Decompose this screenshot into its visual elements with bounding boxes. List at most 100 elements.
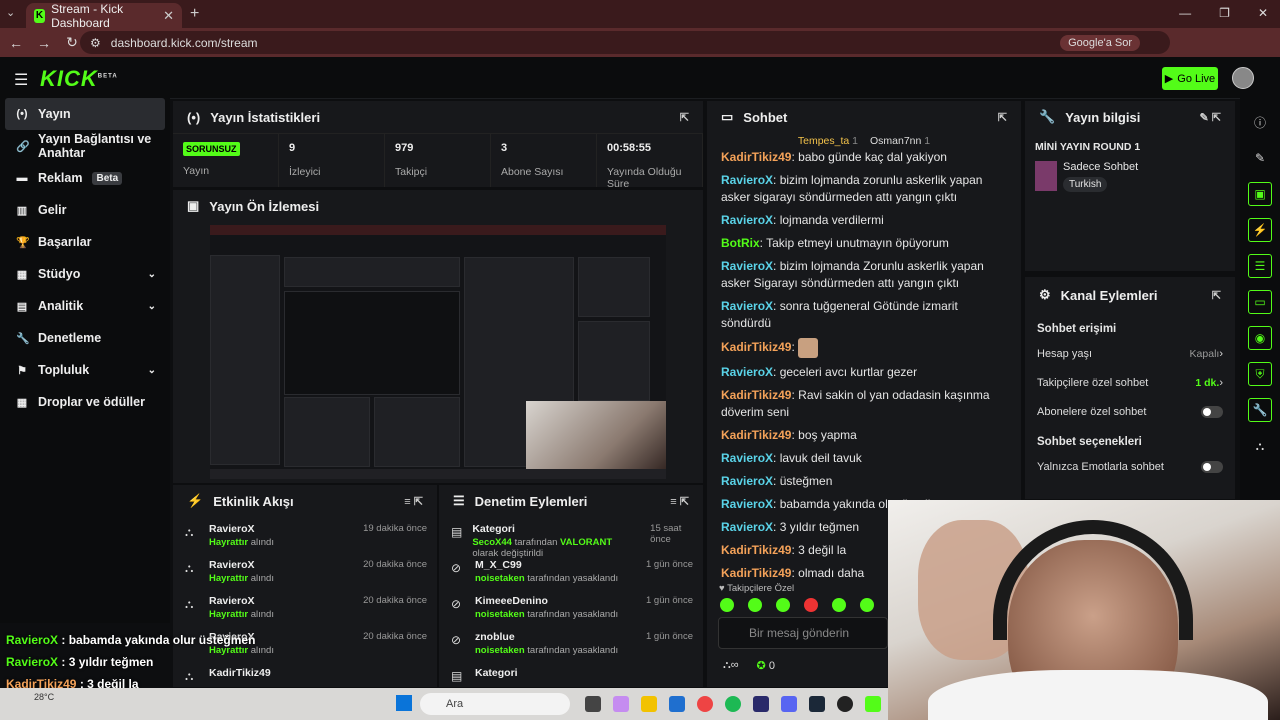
emote-icon[interactable] [720,598,734,612]
maximize-icon[interactable]: ❐ [1219,6,1230,20]
chevron-down-icon[interactable]: ⌄ [148,365,156,376]
sidebar-item-7[interactable]: 🔧 Denetleme [0,322,170,354]
chat-message: RavieroX: geceleri avcı kurtlar gezer [721,365,918,379]
google-ask-button[interactable]: Google'a Sor [1060,34,1140,51]
wrench-toggle-icon[interactable]: 🔧 [1248,398,1272,422]
channel-setting-row[interactable]: Abonelere özel sohbet [1025,397,1235,426]
chat-username[interactable]: KadirTikiz49 [721,428,791,442]
chat-username[interactable]: RavieroX [721,451,773,465]
filter-icon[interactable]: ≡ ⇱ [670,495,689,508]
sidebar-item-8[interactable]: ⚑ Topluluk ⌄ [0,354,170,386]
trophy-icon: 🏆 [16,236,30,249]
chat-username[interactable]: RavieroX [721,497,773,511]
taskview-icon[interactable] [585,696,601,712]
overlay-chat-line: RavieroX : 3 yıldır teğmen [6,655,154,669]
pinned-user[interactable]: Osman7nn 1 [870,135,930,147]
chat-username[interactable]: KadirTikiz49 [721,566,791,580]
sidebar-item-1[interactable]: 🔗 Yayın Bağlantısı ve Anahtar [0,130,170,162]
emote-icon[interactable] [776,598,790,612]
preview-toggle-icon[interactable]: ▣ [1248,182,1272,206]
chat-input[interactable]: Bir mesaj gönderin [718,617,888,649]
ea-icon[interactable] [753,696,769,712]
explorer-icon[interactable] [641,696,657,712]
windows-start-icon[interactable] [396,695,412,711]
category-icon: ▤ [451,669,463,683]
new-tab-button[interactable]: + [190,5,199,23]
close-tab-icon[interactable]: ✕ [163,8,174,24]
sidebar-item-0[interactable]: (•) Yayın [5,98,165,130]
chat-username[interactable]: KadirTikiz49 [721,388,791,402]
obs-icon[interactable] [837,696,853,712]
sidebar-item-2[interactable]: ▬ Reklam Beta [0,162,170,194]
pinned-user[interactable]: Tempes_ta 1 [798,135,858,147]
chat-username[interactable]: RavieroX [721,299,773,313]
browser-tab[interactable]: K Stream - Kick Dashboard ✕ [26,2,182,30]
sidebar-item-6[interactable]: ▤ Analitik ⌄ [0,290,170,322]
avatar[interactable] [1232,67,1254,89]
minimize-icon[interactable]: — [1179,6,1191,20]
chat-username[interactable]: KadirTikiz49 [721,543,791,557]
info-icon[interactable]: ⓘ [1248,110,1272,134]
chat-username[interactable]: KadirTikiz49 [721,150,791,164]
taskbar-search[interactable]: Ara [420,693,570,715]
emote-icon[interactable] [804,598,818,612]
tag[interactable]: Turkish [1063,177,1108,192]
chat-username[interactable]: RavieroX [721,365,773,379]
connections-icon[interactable]: ⛬∞ [723,659,739,672]
chat-username[interactable]: RavieroX [721,520,773,534]
edit-icon[interactable]: ✎ ⇱ [1200,111,1222,124]
edit-icon[interactable]: ✎ [1248,146,1272,170]
url-field[interactable]: ⚙ dashboard.kick.com/stream Google'a Sor [80,31,1170,54]
stream-preview-video[interactable] [210,225,666,479]
sidebar-item-5[interactable]: ▦ Stüdyo ⌄ [0,258,170,290]
chat-username[interactable]: BotRix [721,236,760,250]
chat-username[interactable]: RavieroX [721,173,773,187]
chrome-icon[interactable] [697,696,713,712]
channel-setting-row[interactable]: Takipçilere özel sohbet 1 dk. › [1025,368,1235,397]
broadcast-toggle-icon[interactable]: ◉ [1248,326,1272,350]
chat-toggle-icon[interactable]: ▭ [1248,290,1272,314]
emote-icon[interactable] [748,598,762,612]
emote-only-row[interactable]: Yalnızca Emotlarla sohbet [1025,452,1235,481]
menu-icon[interactable]: ☰ [14,70,28,90]
go-live-button[interactable]: ▶ Go Live [1162,67,1218,90]
sidebar-item-3[interactable]: ▥ Gelir [0,194,170,226]
bolt-toggle-icon[interactable]: ⚡ [1248,218,1272,242]
kick-app-icon[interactable] [865,696,881,712]
site-info-icon[interactable]: ⚙ [90,36,101,50]
discord-icon[interactable] [781,696,797,712]
sidebar-item-4[interactable]: 🏆 Başarılar [0,226,170,258]
panel-title: Yayın İstatistikleri [210,109,321,125]
chevron-down-icon[interactable]: ⌄ [148,301,156,312]
kick-header: ☰ KICKBETA ▶ Go Live [0,57,1280,99]
copilot-icon[interactable] [613,696,629,712]
category-thumbnail [1035,161,1057,191]
popout-icon[interactable]: ⇱ [998,111,1007,124]
back-icon[interactable]: ← [4,35,28,51]
chat-username[interactable]: RavieroX [721,259,773,273]
moderation-toggle-icon[interactable]: ⛨ [1248,362,1272,386]
emote-icon[interactable] [832,598,846,612]
steam-icon[interactable] [809,696,825,712]
emote-only-toggle[interactable] [1201,460,1223,473]
emote-icon[interactable] [860,598,874,612]
close-window-icon[interactable]: ✕ [1258,6,1268,20]
chat-username[interactable]: RavieroX [721,474,773,488]
forward-icon[interactable]: → [32,35,56,51]
channel-setting-row[interactable]: Hesap yaşı Kapalı › [1025,339,1235,368]
subscriber-only-toggle[interactable] [1201,405,1223,418]
moderation-target: KimeeeDenino [475,595,548,607]
sidebar-item-9[interactable]: ▦ Droplar ve ödüller [0,386,170,418]
chat-username[interactable]: RavieroX [721,213,773,227]
kick-logo[interactable]: KICKBETA [40,66,118,92]
popout-icon[interactable]: ⇱ [1212,289,1221,302]
popout-icon[interactable]: ⇱ [680,111,689,124]
tab-menu-icon[interactable]: ⌄ [6,6,15,19]
chat-username[interactable]: KadirTikiz49 [721,340,791,354]
spotify-icon[interactable] [725,696,741,712]
connections-icon[interactable]: ⛬ [1248,434,1272,458]
chevron-down-icon[interactable]: ⌄ [148,269,156,280]
store-icon[interactable] [669,696,685,712]
list-toggle-icon[interactable]: ☰ [1248,254,1272,278]
filter-icon[interactable]: ≡ ⇱ [404,495,423,508]
